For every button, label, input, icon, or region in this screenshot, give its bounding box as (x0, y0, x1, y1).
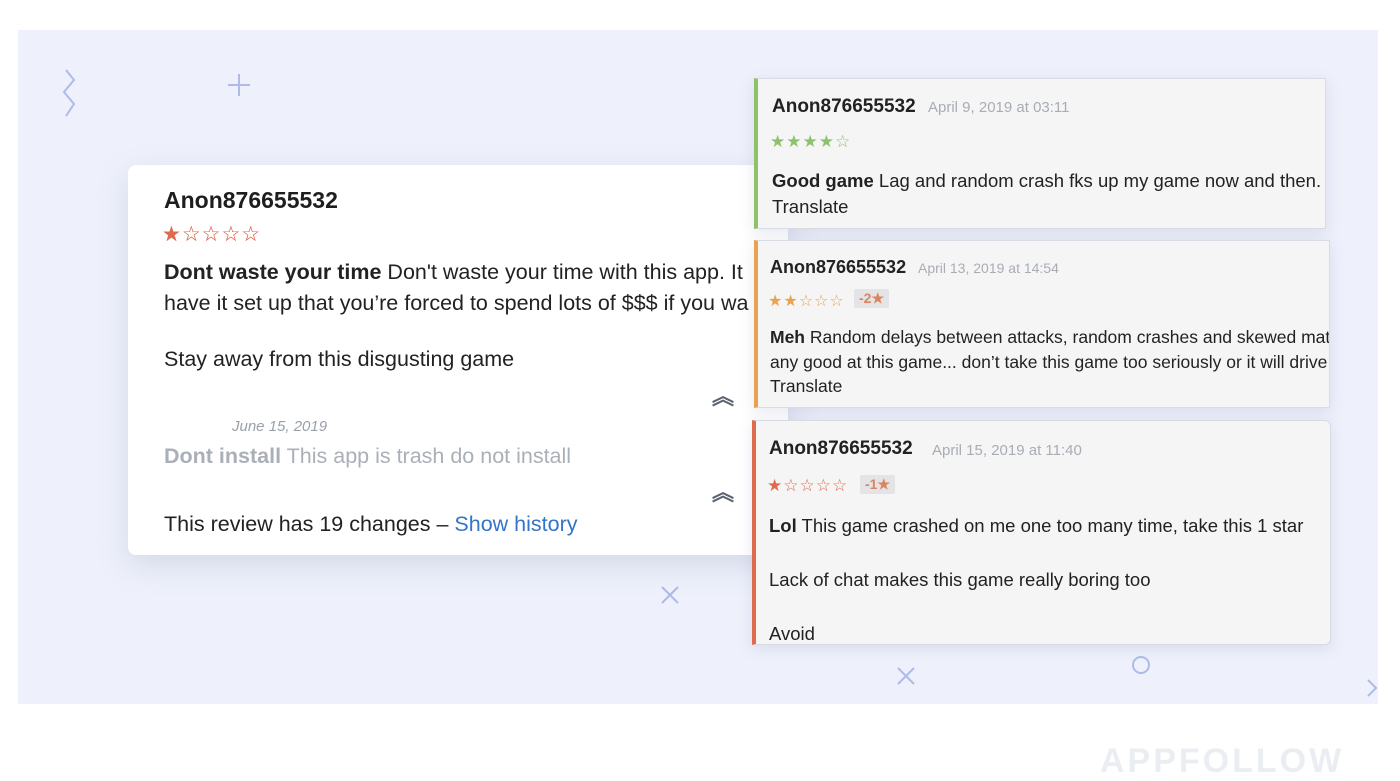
show-history-link[interactable]: Show history (454, 512, 577, 536)
chevron-decoration (1366, 678, 1378, 702)
star-rating: ★★★★☆ (770, 132, 852, 152)
review-date: April 9, 2019 at 03:11 (928, 99, 1070, 116)
review-title: Lol (769, 515, 797, 536)
brand-logo: APPFOLLOW (1100, 742, 1345, 780)
star-rating: ★☆☆☆☆ (767, 476, 849, 496)
cross-decoration (896, 666, 916, 690)
main-review-card: Anon876655532 ★☆☆☆☆ Dont waste your time… (128, 165, 788, 555)
review-text: any good at this game... don’t take this… (770, 352, 1328, 372)
review-title: Dont waste your time (164, 260, 382, 284)
review-title: Meh (770, 327, 805, 347)
review-author: Anon876655532 (770, 257, 907, 277)
translate-link[interactable]: Translate (770, 376, 842, 397)
circle-decoration (1131, 655, 1151, 679)
previous-review-body: This app is trash do not install (281, 444, 572, 468)
squiggle-decoration (58, 68, 80, 124)
review-text: Avoid (769, 623, 815, 644)
review-text: Stay away from this disgusting game (164, 347, 515, 371)
review-date: April 13, 2019 at 14:54 (918, 260, 1059, 276)
review-author: Anon876655532 (164, 187, 338, 213)
collapse-icon[interactable]: ︽ (712, 387, 734, 409)
star-rating: ★★☆☆☆ (768, 291, 845, 310)
review-card: Anon876655532 April 13, 2019 at 14:54 ★★… (754, 240, 1330, 408)
previous-star-rating: ★☆☆☆☆ (162, 222, 262, 246)
collapse-icon[interactable]: ︽ (712, 483, 734, 505)
review-date: April 15, 2019 at 11:40 (932, 442, 1082, 459)
review-card: Anon876655532 April 9, 2019 at 03:11 ★★★… (754, 78, 1326, 229)
previous-review-title: Dont install (164, 444, 282, 468)
review-text: have it set up that you’re forced to spe… (164, 291, 749, 315)
history-note: This review has 19 changes – Show histor… (164, 512, 578, 537)
plus-decoration (226, 72, 252, 102)
cross-decoration (660, 585, 680, 609)
review-body: Dont waste your time Don't waste your ti… (164, 257, 754, 319)
review-author: Anon876655532 (772, 96, 916, 117)
review-author: Anon876655532 (769, 438, 913, 459)
review-text: Meh Random delays between attacks, rando… (770, 327, 1330, 348)
history-text: This review has 19 changes – (164, 512, 455, 536)
review-title: Good game (772, 170, 874, 191)
rating-change-badge: -2★ (854, 289, 889, 308)
review-text: Good game Lag and random crash fks up my… (772, 170, 1326, 192)
previous-review-text: Dont install This app is trash do not in… (164, 444, 571, 469)
review-body: Lag and random crash fks up my game now … (873, 170, 1326, 191)
review-card: Anon876655532 April 15, 2019 at 11:40 ★☆… (752, 420, 1331, 645)
rating-change-badge: -1★ (860, 475, 895, 494)
review-text: Lol This game crashed on me one too many… (769, 515, 1303, 537)
review-text: Lack of chat makes this game really bori… (769, 569, 1151, 590)
translate-link[interactable]: Translate (772, 196, 848, 218)
review-body: This game crashed on me one too many tim… (796, 515, 1304, 536)
review-body: Random delays between attacks, random cr… (805, 327, 1330, 347)
previous-review-date: June 15, 2019 (232, 418, 328, 435)
review-text: Don't waste your time with this app. It (381, 260, 743, 284)
